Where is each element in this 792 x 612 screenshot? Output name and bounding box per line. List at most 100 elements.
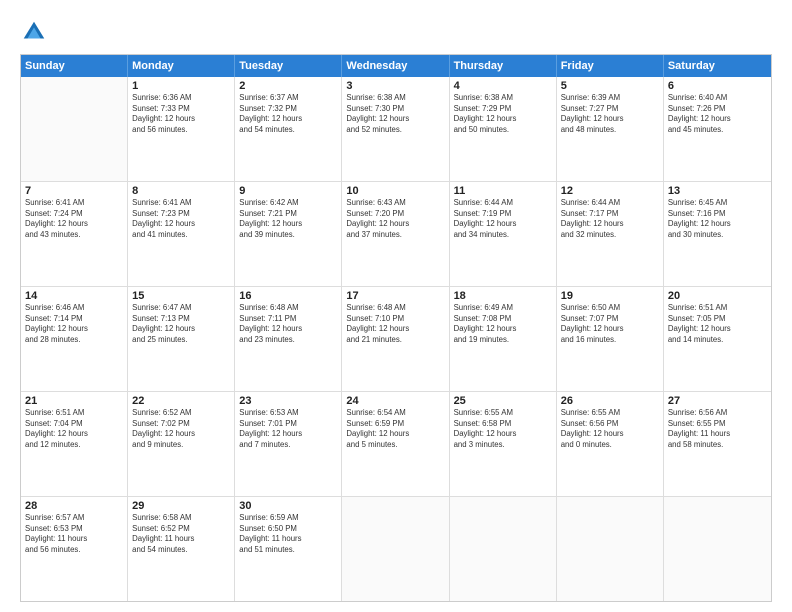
cell-info: Sunrise: 6:38 AM Sunset: 7:30 PM Dayligh… (346, 93, 444, 135)
day-number: 4 (454, 80, 552, 92)
day-number: 19 (561, 290, 659, 302)
cell-info: Sunrise: 6:43 AM Sunset: 7:20 PM Dayligh… (346, 198, 444, 240)
cell-info: Sunrise: 6:44 AM Sunset: 7:17 PM Dayligh… (561, 198, 659, 240)
day-number: 16 (239, 290, 337, 302)
calendar-cell: 10Sunrise: 6:43 AM Sunset: 7:20 PM Dayli… (342, 182, 449, 286)
cell-info: Sunrise: 6:51 AM Sunset: 7:04 PM Dayligh… (25, 408, 123, 450)
calendar-cell: 7Sunrise: 6:41 AM Sunset: 7:24 PM Daylig… (21, 182, 128, 286)
day-header-friday: Friday (557, 55, 664, 77)
calendar-cell: 26Sunrise: 6:55 AM Sunset: 6:56 PM Dayli… (557, 392, 664, 496)
day-number: 15 (132, 290, 230, 302)
cell-info: Sunrise: 6:42 AM Sunset: 7:21 PM Dayligh… (239, 198, 337, 240)
day-number: 7 (25, 185, 123, 197)
day-number: 8 (132, 185, 230, 197)
cell-info: Sunrise: 6:38 AM Sunset: 7:29 PM Dayligh… (454, 93, 552, 135)
calendar-row-3: 14Sunrise: 6:46 AM Sunset: 7:14 PM Dayli… (21, 287, 771, 392)
day-header-saturday: Saturday (664, 55, 771, 77)
calendar-body: 1Sunrise: 6:36 AM Sunset: 7:33 PM Daylig… (21, 77, 771, 601)
day-number: 13 (668, 185, 767, 197)
calendar-cell: 8Sunrise: 6:41 AM Sunset: 7:23 PM Daylig… (128, 182, 235, 286)
cell-info: Sunrise: 6:56 AM Sunset: 6:55 PM Dayligh… (668, 408, 767, 450)
day-header-tuesday: Tuesday (235, 55, 342, 77)
calendar-cell: 20Sunrise: 6:51 AM Sunset: 7:05 PM Dayli… (664, 287, 771, 391)
day-number: 25 (454, 395, 552, 407)
day-number: 26 (561, 395, 659, 407)
calendar-cell: 23Sunrise: 6:53 AM Sunset: 7:01 PM Dayli… (235, 392, 342, 496)
calendar-cell: 22Sunrise: 6:52 AM Sunset: 7:02 PM Dayli… (128, 392, 235, 496)
cell-info: Sunrise: 6:50 AM Sunset: 7:07 PM Dayligh… (561, 303, 659, 345)
page: SundayMondayTuesdayWednesdayThursdayFrid… (0, 0, 792, 612)
calendar-cell: 4Sunrise: 6:38 AM Sunset: 7:29 PM Daylig… (450, 77, 557, 181)
calendar-cell: 29Sunrise: 6:58 AM Sunset: 6:52 PM Dayli… (128, 497, 235, 601)
day-number: 21 (25, 395, 123, 407)
day-header-thursday: Thursday (450, 55, 557, 77)
day-header-wednesday: Wednesday (342, 55, 449, 77)
day-number: 14 (25, 290, 123, 302)
cell-info: Sunrise: 6:57 AM Sunset: 6:53 PM Dayligh… (25, 513, 123, 555)
cell-info: Sunrise: 6:55 AM Sunset: 6:58 PM Dayligh… (454, 408, 552, 450)
calendar-cell: 11Sunrise: 6:44 AM Sunset: 7:19 PM Dayli… (450, 182, 557, 286)
calendar-cell: 30Sunrise: 6:59 AM Sunset: 6:50 PM Dayli… (235, 497, 342, 601)
cell-info: Sunrise: 6:41 AM Sunset: 7:23 PM Dayligh… (132, 198, 230, 240)
calendar-cell (557, 497, 664, 601)
day-number: 22 (132, 395, 230, 407)
day-header-monday: Monday (128, 55, 235, 77)
cell-info: Sunrise: 6:47 AM Sunset: 7:13 PM Dayligh… (132, 303, 230, 345)
cell-info: Sunrise: 6:48 AM Sunset: 7:11 PM Dayligh… (239, 303, 337, 345)
calendar-cell: 18Sunrise: 6:49 AM Sunset: 7:08 PM Dayli… (450, 287, 557, 391)
cell-info: Sunrise: 6:48 AM Sunset: 7:10 PM Dayligh… (346, 303, 444, 345)
day-number: 6 (668, 80, 767, 92)
calendar-cell: 28Sunrise: 6:57 AM Sunset: 6:53 PM Dayli… (21, 497, 128, 601)
day-number: 29 (132, 500, 230, 512)
calendar-cell: 13Sunrise: 6:45 AM Sunset: 7:16 PM Dayli… (664, 182, 771, 286)
day-number: 2 (239, 80, 337, 92)
cell-info: Sunrise: 6:45 AM Sunset: 7:16 PM Dayligh… (668, 198, 767, 240)
calendar-cell: 6Sunrise: 6:40 AM Sunset: 7:26 PM Daylig… (664, 77, 771, 181)
calendar-cell: 14Sunrise: 6:46 AM Sunset: 7:14 PM Dayli… (21, 287, 128, 391)
day-number: 3 (346, 80, 444, 92)
day-number: 10 (346, 185, 444, 197)
calendar-cell: 15Sunrise: 6:47 AM Sunset: 7:13 PM Dayli… (128, 287, 235, 391)
calendar-cell: 3Sunrise: 6:38 AM Sunset: 7:30 PM Daylig… (342, 77, 449, 181)
cell-info: Sunrise: 6:51 AM Sunset: 7:05 PM Dayligh… (668, 303, 767, 345)
calendar-cell: 2Sunrise: 6:37 AM Sunset: 7:32 PM Daylig… (235, 77, 342, 181)
cell-info: Sunrise: 6:52 AM Sunset: 7:02 PM Dayligh… (132, 408, 230, 450)
cell-info: Sunrise: 6:39 AM Sunset: 7:27 PM Dayligh… (561, 93, 659, 135)
day-number: 20 (668, 290, 767, 302)
logo-icon (20, 18, 48, 46)
day-number: 17 (346, 290, 444, 302)
calendar-cell: 5Sunrise: 6:39 AM Sunset: 7:27 PM Daylig… (557, 77, 664, 181)
cell-info: Sunrise: 6:58 AM Sunset: 6:52 PM Dayligh… (132, 513, 230, 555)
day-number: 5 (561, 80, 659, 92)
calendar-cell: 1Sunrise: 6:36 AM Sunset: 7:33 PM Daylig… (128, 77, 235, 181)
cell-info: Sunrise: 6:44 AM Sunset: 7:19 PM Dayligh… (454, 198, 552, 240)
day-number: 28 (25, 500, 123, 512)
cell-info: Sunrise: 6:36 AM Sunset: 7:33 PM Dayligh… (132, 93, 230, 135)
cell-info: Sunrise: 6:46 AM Sunset: 7:14 PM Dayligh… (25, 303, 123, 345)
day-number: 30 (239, 500, 337, 512)
day-number: 11 (454, 185, 552, 197)
day-number: 9 (239, 185, 337, 197)
calendar-row-1: 1Sunrise: 6:36 AM Sunset: 7:33 PM Daylig… (21, 77, 771, 182)
day-number: 24 (346, 395, 444, 407)
cell-info: Sunrise: 6:41 AM Sunset: 7:24 PM Dayligh… (25, 198, 123, 240)
cell-info: Sunrise: 6:54 AM Sunset: 6:59 PM Dayligh… (346, 408, 444, 450)
cell-info: Sunrise: 6:49 AM Sunset: 7:08 PM Dayligh… (454, 303, 552, 345)
cell-info: Sunrise: 6:40 AM Sunset: 7:26 PM Dayligh… (668, 93, 767, 135)
calendar-header: SundayMondayTuesdayWednesdayThursdayFrid… (21, 55, 771, 77)
calendar-row-5: 28Sunrise: 6:57 AM Sunset: 6:53 PM Dayli… (21, 497, 771, 601)
calendar-cell: 19Sunrise: 6:50 AM Sunset: 7:07 PM Dayli… (557, 287, 664, 391)
day-number: 23 (239, 395, 337, 407)
calendar-cell (21, 77, 128, 181)
calendar-cell: 27Sunrise: 6:56 AM Sunset: 6:55 PM Dayli… (664, 392, 771, 496)
calendar-cell: 12Sunrise: 6:44 AM Sunset: 7:17 PM Dayli… (557, 182, 664, 286)
calendar-cell: 17Sunrise: 6:48 AM Sunset: 7:10 PM Dayli… (342, 287, 449, 391)
calendar-cell: 21Sunrise: 6:51 AM Sunset: 7:04 PM Dayli… (21, 392, 128, 496)
day-header-sunday: Sunday (21, 55, 128, 77)
calendar-cell (664, 497, 771, 601)
calendar-cell (450, 497, 557, 601)
calendar-cell: 25Sunrise: 6:55 AM Sunset: 6:58 PM Dayli… (450, 392, 557, 496)
calendar-cell: 24Sunrise: 6:54 AM Sunset: 6:59 PM Dayli… (342, 392, 449, 496)
cell-info: Sunrise: 6:37 AM Sunset: 7:32 PM Dayligh… (239, 93, 337, 135)
cell-info: Sunrise: 6:59 AM Sunset: 6:50 PM Dayligh… (239, 513, 337, 555)
